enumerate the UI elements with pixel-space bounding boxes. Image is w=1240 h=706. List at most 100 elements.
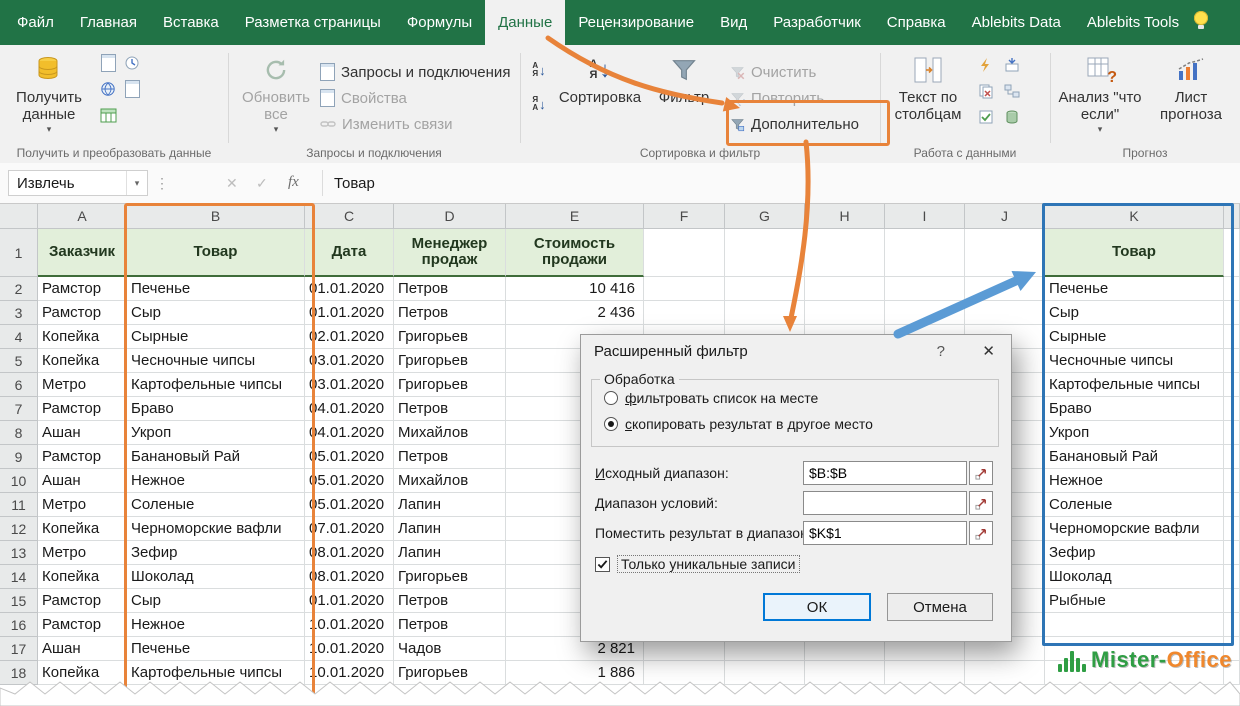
text-to-columns-button[interactable]: Текст по столбцам [888, 49, 968, 147]
cell-A6[interactable]: Метро [38, 373, 127, 397]
tab-данные[interactable]: Данные [485, 0, 565, 45]
source-range-picker-button[interactable] [969, 461, 993, 485]
cell-K12[interactable]: Черноморские вафли [1045, 517, 1224, 541]
tab-справка[interactable]: Справка [874, 0, 959, 45]
row-header-16[interactable]: 16 [0, 613, 38, 637]
cell-D9[interactable]: Петров [394, 445, 506, 469]
cell-C4[interactable]: 02.01.2020 [305, 325, 394, 349]
dialog-help-button[interactable]: ? [937, 343, 945, 360]
sort-ascending-button[interactable]: АЯ ↓ [524, 57, 554, 83]
existing-connections-icon[interactable] [122, 79, 142, 99]
cell-C14[interactable]: 08.01.2020 [305, 565, 394, 589]
cell-E2[interactable]: 10 416 [506, 277, 644, 301]
cell-B10[interactable]: Нежное [127, 469, 305, 493]
column-header-H[interactable]: H [805, 203, 885, 229]
column-header-B[interactable]: B [127, 203, 305, 229]
advanced-filter-button[interactable]: Дополнительно [730, 113, 859, 135]
tab-разработчик[interactable]: Разработчик [760, 0, 873, 45]
cell-C2[interactable]: 01.01.2020 [305, 277, 394, 301]
insert-function-icon[interactable]: fx [288, 174, 299, 191]
tab-ablebits-data[interactable]: Ablebits Data [959, 0, 1074, 45]
tell-me-lightbulb-icon[interactable] [1194, 11, 1208, 25]
cell-I18[interactable] [885, 661, 965, 685]
data-validation-icon[interactable] [976, 107, 996, 127]
row-header-4[interactable]: 4 [0, 325, 38, 349]
cell-C13[interactable]: 08.01.2020 [305, 541, 394, 565]
cell-H18[interactable] [805, 661, 885, 685]
cell-D5[interactable]: Григорьев [394, 349, 506, 373]
cell-C17[interactable]: 10.01.2020 [305, 637, 394, 661]
what-if-analysis-button[interactable]: ? Анализ "что если" ▾ [1058, 49, 1142, 147]
cell-D11[interactable]: Лапин [394, 493, 506, 517]
cell-A16[interactable]: Рамстор [38, 613, 127, 637]
cell-C10[interactable]: 05.01.2020 [305, 469, 394, 493]
cell-B5[interactable]: Чесночные чипсы [127, 349, 305, 373]
row-header-7[interactable]: 7 [0, 397, 38, 421]
cell-B17[interactable]: Печенье [127, 637, 305, 661]
from-web-icon[interactable] [98, 79, 118, 99]
cell-H1[interactable] [805, 229, 885, 277]
formula-input[interactable]: Товар [334, 170, 375, 196]
cell-F2[interactable] [644, 277, 725, 301]
cell-B9[interactable]: Банановый Рай [127, 445, 305, 469]
cell-E1[interactable]: Стоимость продажи [506, 229, 644, 277]
edit-links-button[interactable]: Изменить связи [320, 113, 453, 135]
tab-рецензирование[interactable]: Рецензирование [565, 0, 707, 45]
destination-range-input[interactable] [803, 521, 967, 545]
unique-records-checkbox[interactable] [595, 557, 610, 572]
cell-K15[interactable]: Рыбные [1045, 589, 1224, 613]
cell-B12[interactable]: Черноморские вафли [127, 517, 305, 541]
cell-G1[interactable] [725, 229, 805, 277]
sort-descending-button[interactable]: ЯА ↓ [524, 91, 554, 117]
cell-D13[interactable]: Лапин [394, 541, 506, 565]
cell-K2[interactable]: Печенье [1045, 277, 1224, 301]
cell-J2[interactable] [965, 277, 1045, 301]
data-model-icon[interactable] [1002, 107, 1022, 127]
cell-G18[interactable] [725, 661, 805, 685]
cell-D1[interactable]: Менеджер продаж [394, 229, 506, 277]
cell-C9[interactable]: 05.01.2020 [305, 445, 394, 469]
cell-B7[interactable]: Браво [127, 397, 305, 421]
cell-C5[interactable]: 03.01.2020 [305, 349, 394, 373]
cell-A4[interactable]: Копейка [38, 325, 127, 349]
cell-C18[interactable]: 10.01.2020 [305, 661, 394, 685]
cell-A17[interactable]: Ашан [38, 637, 127, 661]
cell-H2[interactable] [805, 277, 885, 301]
name-box[interactable]: Извлечь ▾ [8, 170, 148, 196]
criteria-range-picker-button[interactable] [969, 491, 993, 515]
cell-C16[interactable]: 10.01.2020 [305, 613, 394, 637]
cell-B14[interactable]: Шоколад [127, 565, 305, 589]
cell-B18[interactable]: Картофельные чипсы [127, 661, 305, 685]
cell-A10[interactable]: Ашан [38, 469, 127, 493]
tab-вид[interactable]: Вид [707, 0, 760, 45]
cell-A2[interactable]: Рамстор [38, 277, 127, 301]
cell-K8[interactable]: Укроп [1045, 421, 1224, 445]
cell-A3[interactable]: Рамстор [38, 301, 127, 325]
cell-B6[interactable]: Картофельные чипсы [127, 373, 305, 397]
properties-button[interactable]: Свойства [320, 87, 407, 109]
refresh-all-button[interactable]: Обновить все ▾ [240, 49, 312, 147]
cell-A14[interactable]: Копейка [38, 565, 127, 589]
row-header-11[interactable]: 11 [0, 493, 38, 517]
cell-B15[interactable]: Сыр [127, 589, 305, 613]
cell-F3[interactable] [644, 301, 725, 325]
cell-A8[interactable]: Ашан [38, 421, 127, 445]
cell-D18[interactable]: Григорьев [394, 661, 506, 685]
select-all-corner[interactable] [0, 203, 38, 229]
cell-E3[interactable]: 2 436 [506, 301, 644, 325]
from-text-csv-icon[interactable] [98, 53, 118, 73]
cell-A12[interactable]: Копейка [38, 517, 127, 541]
row-header-17[interactable]: 17 [0, 637, 38, 661]
cell-A13[interactable]: Метро [38, 541, 127, 565]
cell-D12[interactable]: Лапин [394, 517, 506, 541]
cell-D8[interactable]: Михайлов [394, 421, 506, 445]
column-header-C[interactable]: C [305, 203, 394, 229]
row-header-14[interactable]: 14 [0, 565, 38, 589]
row-header-18[interactable]: 18 [0, 661, 38, 685]
radio-filter-in-place[interactable]: фильтровать список на месте [604, 390, 818, 406]
cell-K3[interactable]: Сыр [1045, 301, 1224, 325]
row-header-12[interactable]: 12 [0, 517, 38, 541]
cell-A15[interactable]: Рамстор [38, 589, 127, 613]
relationships-icon[interactable] [1002, 81, 1022, 101]
cell-B8[interactable]: Укроп [127, 421, 305, 445]
